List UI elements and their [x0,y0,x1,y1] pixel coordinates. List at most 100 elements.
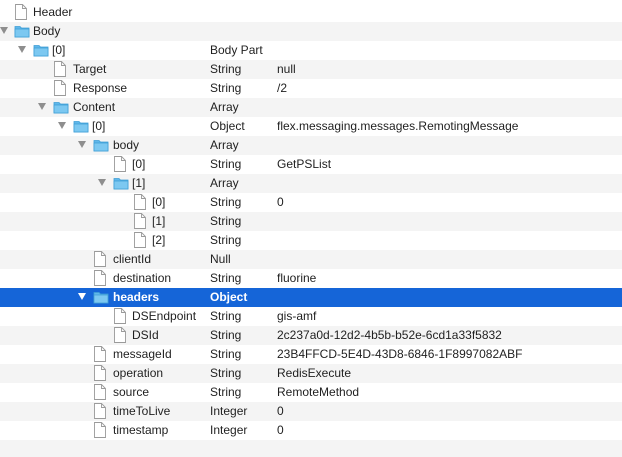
document-icon [133,194,149,210]
row-name: timestamp [113,423,169,437]
row-type: String [210,347,242,361]
row-value: fluorine [277,271,317,285]
row-type: Object [210,290,248,304]
row-type: String [210,81,242,95]
document-icon [53,61,69,77]
tree-row-dsid[interactable]: DSId String 2c237a0d-12d2-4b5b-b52e-6cd1… [0,326,622,345]
document-icon [93,422,109,438]
row-name: [0] [92,119,106,133]
folder-icon [53,100,69,114]
tree-row-clientid[interactable]: clientId Null [0,250,622,269]
row-value: gis-amf [277,309,317,323]
row-type: String [210,328,242,342]
row-name: [2] [152,233,166,247]
row-value: /2 [277,81,288,95]
row-name: [0] [132,157,146,171]
row-name: [0] [152,195,166,209]
row-name: [1] [132,176,146,190]
row-name: headers [113,290,160,304]
row-name: clientId [113,252,152,266]
tree-row-body-1-2[interactable]: [2] String [0,231,622,250]
document-icon [93,346,109,362]
disclosure-triangle-icon[interactable] [78,293,86,300]
tree-row-timetolive[interactable]: timeToLive Integer 0 [0,402,622,421]
document-icon [133,213,149,229]
row-name: operation [113,366,164,380]
row-value: null [277,62,296,76]
row-type: Object [210,119,245,133]
row-type: Array [210,176,239,190]
document-icon [93,384,109,400]
tree-row-timestamp[interactable]: timestamp Integer 0 [0,421,622,440]
row-value: RemoteMethod [277,385,360,399]
row-value: 0 [277,195,284,209]
row-type: String [210,62,242,76]
row-value: RedisExecute [277,366,352,380]
document-icon [93,270,109,286]
row-value: GetPSList [277,157,332,171]
tree-row-response[interactable]: Response String /2 [0,79,622,98]
row-name: Target [73,62,107,76]
tree-row-body-1[interactable]: [1] Array [0,174,622,193]
row-name: Content [73,100,116,114]
disclosure-triangle-icon[interactable] [78,141,86,148]
tree-row-dsendpoint[interactable]: DSEndpoint String gis-amf [0,307,622,326]
tree-row-body-array[interactable]: body Array [0,136,622,155]
disclosure-triangle-icon[interactable] [58,122,66,129]
row-type: String [210,157,242,171]
tree-row-header[interactable]: Header [0,3,622,22]
document-icon [14,4,30,20]
tree-row-target[interactable]: Target String null [0,60,622,79]
row-type: String [210,195,242,209]
row-value: 23B4FFCD-5E4D-43D8-6846-1F8997082ABF [277,347,523,361]
row-type: Body Part [210,43,263,57]
document-icon [113,156,129,172]
tree-row-messageid[interactable]: messageId String 23B4FFCD-5E4D-43D8-6846… [0,345,622,364]
tree-row-body[interactable]: Body [0,22,622,41]
row-value: 0 [277,404,284,418]
tree-row-source[interactable]: source String RemoteMethod [0,383,622,402]
tree-row-body-1-1[interactable]: [1] String [0,212,622,231]
row-name: Header [33,5,73,19]
disclosure-triangle-icon[interactable] [98,179,106,186]
row-value: 0 [277,423,284,437]
row-value: flex.messaging.messages.RemotingMessage [277,119,519,133]
document-icon [53,80,69,96]
disclosure-triangle-icon[interactable] [38,103,46,110]
document-icon [113,327,129,343]
tree-row-headers[interactable]: headers Object [0,288,622,307]
tree-row-content[interactable]: Content Array [0,98,622,117]
row-name: DSId [132,328,159,342]
folder-icon [33,43,49,57]
tree-row-content-0[interactable]: [0] Object flex.messaging.messages.Remot… [0,117,622,136]
folder-icon [14,24,30,38]
row-type: Array [210,100,239,114]
empty-row [0,440,622,457]
document-icon [93,251,109,267]
row-name: body [113,138,140,152]
row-type: String [210,385,242,399]
folder-icon [113,176,129,190]
row-name: timeToLive [113,404,171,418]
row-value: 2c237a0d-12d2-4b5b-b52e-6cd1a33f5832 [277,328,502,342]
row-name: Response [73,81,128,95]
row-name: destination [113,271,172,285]
row-type: String [210,271,242,285]
folder-icon [93,138,109,152]
row-type: Array [210,138,239,152]
row-name: Body [33,24,61,38]
tree-row-body-0[interactable]: [0] String GetPSList [0,155,622,174]
document-icon [93,365,109,381]
row-name: [0] [52,43,66,57]
tree-row-operation[interactable]: operation String RedisExecute [0,364,622,383]
row-name: source [113,385,150,399]
disclosure-triangle-icon[interactable] [0,27,8,34]
tree-row-destination[interactable]: destination String fluorine [0,269,622,288]
disclosure-triangle-icon[interactable] [18,46,26,53]
tree-row-body-part[interactable]: [0] Body Part [0,41,622,60]
row-name: messageId [113,347,172,361]
document-icon [93,403,109,419]
row-type: String [210,309,242,323]
row-name: [1] [152,214,166,228]
tree-row-body-1-0[interactable]: [0] String 0 [0,193,622,212]
